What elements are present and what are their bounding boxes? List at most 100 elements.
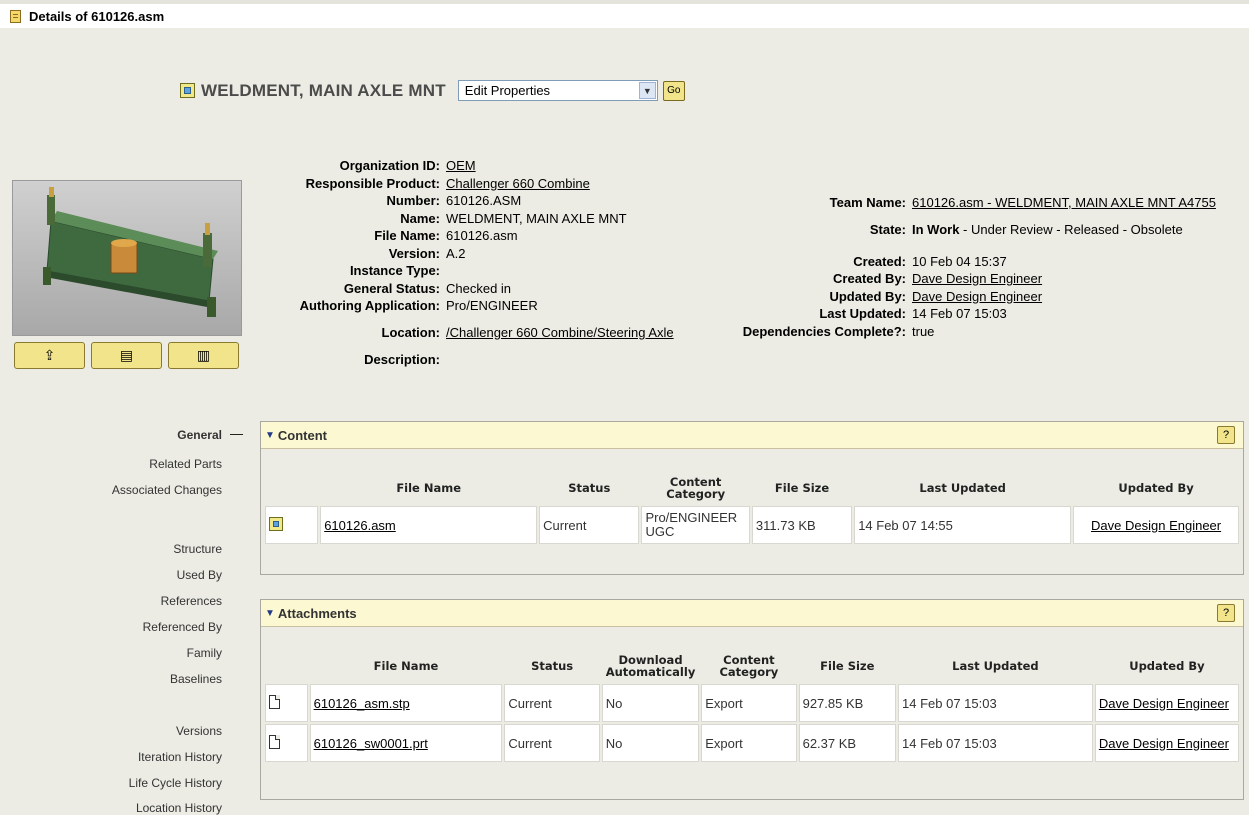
file-name-link[interactable]: 610126_sw0001.prt [314,736,428,751]
side-navigation: General — Related Parts Associated Chang… [0,423,250,815]
attr-label: Number: [386,193,440,208]
col-header[interactable]: File Size [751,472,853,504]
col-header[interactable]: Last Updated [854,472,1072,504]
col-header[interactable]: Updated By [1094,650,1239,682]
attributes-right: Team Name: 610126.asm - WELDMENT, MAIN A… [700,185,1245,340]
nav-related-parts[interactable]: Related Parts [149,457,222,471]
help-icon[interactable]: ? [1217,426,1235,444]
dependencies-value: true [912,323,935,339]
col-header[interactable]: File Size [798,650,896,682]
part-thumbnail[interactable] [12,180,242,336]
nav-life-cycle-history[interactable]: Life Cycle History [129,776,222,790]
attr-value-authoring-app: Pro/ENGINEER [446,298,538,313]
col-header[interactable]: Updated By [1073,472,1239,504]
file-size-cell: 62.37 KB [798,724,896,762]
nav-iteration-history[interactable]: Iteration History [138,750,222,764]
attachments-panel-header[interactable]: ▼ Attachments ? [261,600,1243,627]
weldment-3d-image [13,181,241,335]
attr-label: Location: [381,324,441,340]
col-header[interactable]: Status [539,472,640,504]
dependencies-label: Dependencies Complete?: [742,323,906,339]
file-name-link[interactable]: 610126.asm [324,518,396,533]
state-current: In Work [912,222,960,237]
actions-dropdown-value: Edit Properties [464,83,551,98]
category-cell: Export [701,684,797,722]
updated-by-link[interactable]: Dave Design Engineer [912,289,1042,304]
nav-general[interactable]: General [177,428,222,442]
go-button[interactable]: Go [662,80,685,101]
nav-associated-changes[interactable]: Associated Changes [112,483,222,497]
col-header[interactable]: File Name [309,650,503,682]
table-row: 610126.asm Current Pro/ENGINEER UGC 311.… [265,506,1239,544]
col-header[interactable]: Download Automatically [601,650,700,682]
assembly-icon [180,83,195,98]
organization-link[interactable]: OEM [446,158,476,173]
created-label: Created: [853,253,906,269]
add-to-workspace-icon[interactable]: ⇪ [14,342,85,369]
attr-label: Authoring Application: [299,298,440,313]
category-cell: Pro/ENGINEER UGC [641,506,750,544]
created-value: 10 Feb 04 15:37 [912,253,1007,269]
collapse-dash-icon[interactable]: — [230,426,243,441]
updated-by-link[interactable]: Dave Design Engineer [1091,518,1221,533]
file-name-link[interactable]: 610126_asm.stp [314,696,410,711]
window-title: Details of 610126.asm [29,8,165,24]
file-icon[interactable] [269,734,280,749]
assembly-file-icon[interactable] [269,516,283,531]
attr-value-name: WELDMENT, MAIN AXLE MNT [446,210,627,226]
nav-location-history[interactable]: Location History [136,801,222,815]
attr-label: General Status: [343,280,440,296]
attr-label: File Name: [374,228,440,243]
content-panel: ▼ Content ? File Name Status Content Cat… [260,421,1244,575]
attr-value-general-status: Checked in [446,280,512,296]
location-link[interactable]: /Challenger 660 Combine/Steering Axle [446,325,674,340]
download-cell: No [601,724,700,762]
attr-label: Instance Type: [349,263,440,278]
status-cell: Current [539,506,640,544]
nav-family[interactable]: Family [187,646,222,660]
actions-dropdown[interactable]: Edit Properties ▼ [457,80,658,101]
last-updated-cell: 14 Feb 07 14:55 [854,506,1072,544]
col-header[interactable]: File Name [320,472,538,504]
col-header[interactable]: Content Category [641,472,750,504]
updated-by-link[interactable]: Dave Design Engineer [1099,736,1229,751]
nav-used-by[interactable]: Used By [177,568,222,582]
attr-label: Version: [388,245,440,261]
view-image-icon[interactable]: ▤ [91,342,162,369]
col-header[interactable]: Last Updated [898,650,1093,682]
attributes-left: Organization ID: OEM Responsible Product:… [262,157,712,368]
col-header[interactable]: Status [504,650,600,682]
nav-references[interactable]: References [161,594,222,608]
updated-by-link[interactable]: Dave Design Engineer [1099,696,1229,711]
col-header[interactable]: Content Category [701,650,797,682]
nav-referenced-by[interactable]: Referenced By [143,620,222,634]
state-label: State: [869,222,906,237]
attr-value-file-name: 610126.asm [446,228,518,243]
file-icon[interactable] [269,694,280,709]
chevron-down-icon[interactable]: ▼ [638,82,656,99]
attachments-panel: ▼ Attachments ? File Name Status Downloa… [260,599,1244,800]
team-link[interactable]: 610126.asm - WELDMENT, MAIN AXLE MNT A47… [912,195,1216,210]
nav-baselines[interactable]: Baselines [170,672,222,686]
content-panel-header[interactable]: ▼ Content ? [261,422,1243,449]
nav-versions[interactable]: Versions [176,724,222,738]
status-cell: Current [504,724,600,762]
help-icon[interactable]: ? [1217,604,1235,622]
nav-structure[interactable]: Structure [173,542,222,556]
expand-triangle-icon[interactable]: ▼ [265,430,275,441]
part-header: WELDMENT, MAIN AXLE MNT Edit Properties … [180,80,685,101]
attr-label: Name: [400,210,440,226]
attachments-panel-title: Attachments [277,605,357,621]
responsible-product-link[interactable]: Challenger 660 Combine [446,176,590,191]
open-viewer-icon[interactable]: ▥ [168,342,239,369]
thumbnail-toolbar: ⇪ ▤ ▥ [14,342,245,369]
part-title: WELDMENT, MAIN AXLE MNT [201,80,446,100]
created-by-link[interactable]: Dave Design Engineer [912,271,1042,286]
content-panel-title: Content [277,427,328,443]
team-label: Team Name: [829,195,906,210]
category-cell: Export [701,724,797,762]
expand-triangle-icon[interactable]: ▼ [265,608,275,619]
attr-value-version: A.2 [446,245,466,261]
document-icon [10,9,21,23]
attr-label: Responsible Product: [305,175,440,191]
